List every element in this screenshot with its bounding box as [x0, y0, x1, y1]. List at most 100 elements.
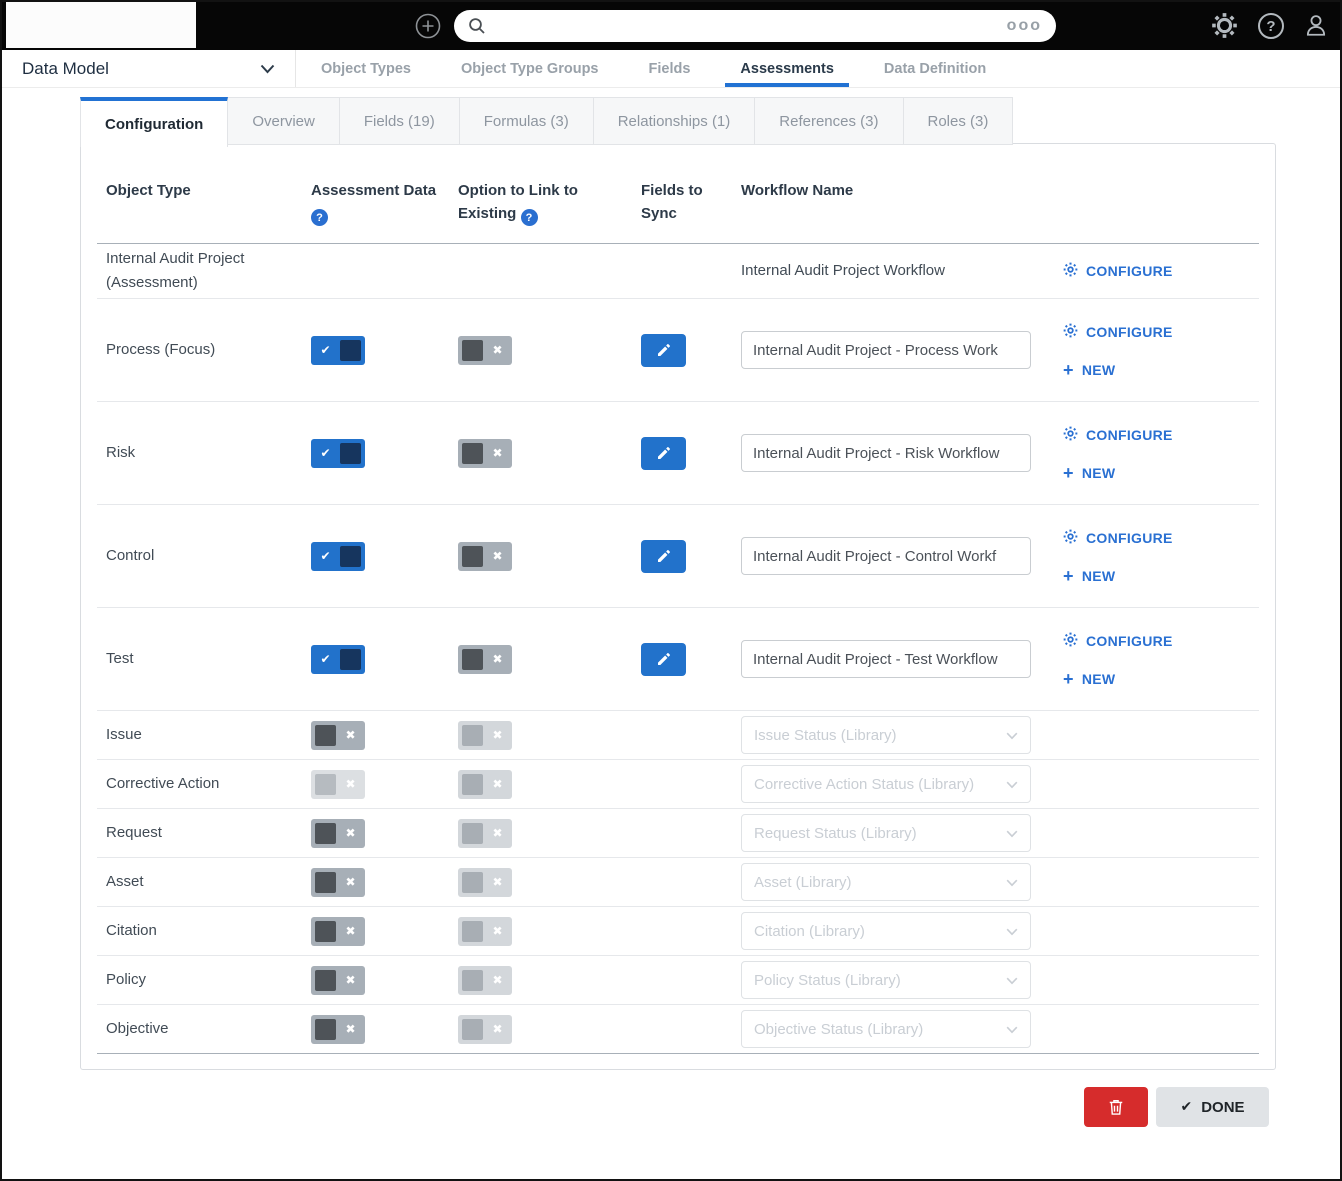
- subtab-relationships[interactable]: Relationships (1): [593, 97, 756, 145]
- assessment-data-toggle[interactable]: ✔: [311, 439, 365, 468]
- add-button[interactable]: [414, 12, 442, 40]
- link-existing-toggle[interactable]: ✖: [458, 542, 512, 571]
- user-icon[interactable]: [1302, 11, 1330, 39]
- data-model-dropdown[interactable]: Data Model: [2, 50, 296, 87]
- assessment-data-toggle[interactable]: ✖: [311, 966, 365, 995]
- new-link[interactable]: +NEW: [1063, 671, 1259, 687]
- new-link[interactable]: +NEW: [1063, 362, 1259, 378]
- subtab-overview[interactable]: Overview: [227, 97, 340, 145]
- new-link[interactable]: +NEW: [1063, 568, 1259, 584]
- link-label: NEW: [1082, 671, 1116, 687]
- assessment-data-cell: ✔: [311, 645, 458, 674]
- table-row: Asset✖✖Asset (Library): [97, 858, 1259, 907]
- subtab-formulas[interactable]: Formulas (3): [459, 97, 594, 145]
- nav-tab-assessments[interactable]: Assessments: [715, 50, 859, 87]
- x-mark-icon: ✖: [483, 925, 512, 937]
- link-label: CONFIGURE: [1086, 324, 1173, 340]
- nav-tab-object-types[interactable]: Object Types: [296, 50, 436, 87]
- x-mark-icon: ✖: [336, 925, 365, 937]
- assessment-data-toggle[interactable]: ✖: [311, 868, 365, 897]
- gear-icon: [1063, 262, 1078, 277]
- chevron-down-icon: [1006, 1026, 1018, 1034]
- delete-button[interactable]: [1084, 1087, 1148, 1127]
- workflow-name-cell: [741, 434, 1051, 472]
- assessment-data-toggle[interactable]: ✖: [311, 1015, 365, 1044]
- chevron-down-icon: [1006, 977, 1018, 985]
- subtab-configuration[interactable]: Configuration: [80, 97, 228, 147]
- link-existing-toggle: ✖: [458, 868, 512, 897]
- configure-link[interactable]: CONFIGURE: [1063, 529, 1259, 547]
- configure-link[interactable]: CONFIGURE: [1063, 632, 1259, 650]
- table-row: Control✔✖CONFIGURE+NEW: [97, 505, 1259, 608]
- help-icon[interactable]: ?: [1258, 13, 1284, 39]
- actions-cell: CONFIGURE +NEW: [1051, 529, 1259, 584]
- assessment-data-toggle[interactable]: ✖: [311, 721, 365, 750]
- link-label: CONFIGURE: [1086, 263, 1173, 279]
- x-mark-icon: ✖: [336, 778, 365, 790]
- subtab-references[interactable]: References (3): [754, 97, 903, 145]
- workflow-name-cell: Objective Status (Library): [741, 1010, 1051, 1048]
- assessment-data-toggle[interactable]: ✔: [311, 542, 365, 571]
- pencil-icon: [656, 342, 672, 358]
- x-mark-icon: ✖: [483, 876, 512, 888]
- search-input[interactable]: [494, 17, 1007, 36]
- settings-icon[interactable]: [1210, 11, 1238, 39]
- footer-actions: ✔ DONE: [2, 1087, 1269, 1127]
- gear-icon: [1063, 426, 1078, 444]
- workflow-name-input[interactable]: [741, 537, 1031, 575]
- chevron-down-icon: [1006, 732, 1018, 740]
- toggle-knob: [315, 774, 336, 795]
- workflow-name-input[interactable]: [741, 331, 1031, 369]
- plus-icon: +: [1063, 569, 1074, 583]
- workflow-select: Policy Status (Library): [741, 961, 1031, 999]
- fields-to-sync-edit-button[interactable]: [641, 540, 686, 573]
- search-bar[interactable]: ooo: [454, 10, 1056, 42]
- fields-to-sync-edit-button[interactable]: [641, 437, 686, 470]
- check-mark-icon: ✔: [311, 550, 340, 562]
- link-existing-toggle[interactable]: ✖: [458, 645, 512, 674]
- x-mark-icon: ✖: [483, 550, 512, 562]
- fields-to-sync-edit-button[interactable]: [641, 643, 686, 676]
- help-badge-icon[interactable]: ?: [311, 209, 328, 226]
- assessment-data-toggle[interactable]: ✖: [311, 917, 365, 946]
- configure-link[interactable]: CONFIGURE: [1063, 262, 1173, 280]
- link-existing-toggle[interactable]: ✖: [458, 336, 512, 365]
- done-button[interactable]: ✔ DONE: [1156, 1087, 1269, 1127]
- link-label: CONFIGURE: [1086, 427, 1173, 443]
- assessment-data-toggle[interactable]: ✔: [311, 336, 365, 365]
- nav-tab-data-definition[interactable]: Data Definition: [859, 50, 1011, 87]
- nav-tabs: Object Types Object Type Groups Fields A…: [296, 50, 1011, 87]
- configure-link[interactable]: CONFIGURE: [1063, 323, 1259, 341]
- new-link[interactable]: +NEW: [1063, 465, 1259, 481]
- workflow-name-cell: [741, 640, 1051, 678]
- check-mark-icon: ✔: [311, 447, 340, 459]
- workflow-select-value: Policy Status (Library): [754, 972, 901, 989]
- chevron-down-icon: [260, 64, 275, 74]
- assessment-data-toggle[interactable]: ✖: [311, 819, 365, 848]
- actions-cell: CONFIGURE +NEW: [1051, 632, 1259, 687]
- table-row: Issue✖✖Issue Status (Library): [97, 711, 1259, 760]
- help-badge-icon[interactable]: ?: [521, 209, 538, 226]
- x-mark-icon: ✖: [483, 344, 512, 356]
- chevron-down-icon: [1006, 776, 1018, 793]
- chevron-down-icon: [1006, 879, 1018, 887]
- workflow-name-input[interactable]: [741, 434, 1031, 472]
- object-type-label: Issue: [106, 723, 311, 747]
- assessment-data-cell: ✖: [311, 770, 458, 799]
- workflow-name-cell: [741, 331, 1051, 369]
- subtab-roles[interactable]: Roles (3): [903, 97, 1014, 145]
- chevron-down-icon: [1006, 923, 1018, 940]
- chevron-down-icon: [1006, 972, 1018, 989]
- chevron-down-icon: [1006, 781, 1018, 789]
- nav-tab-fields[interactable]: Fields: [624, 50, 716, 87]
- workflow-name-input[interactable]: [741, 640, 1031, 678]
- assessment-data-toggle[interactable]: ✔: [311, 645, 365, 674]
- nav-tab-object-type-groups[interactable]: Object Type Groups: [436, 50, 624, 87]
- subtab-fields[interactable]: Fields (19): [339, 97, 460, 145]
- configure-link[interactable]: CONFIGURE: [1063, 426, 1259, 444]
- fields-to-sync-edit-button[interactable]: [641, 334, 686, 367]
- gear-icon: [1063, 262, 1078, 280]
- toggle-knob: [462, 774, 483, 795]
- more-options-icon[interactable]: ooo: [1007, 21, 1042, 31]
- link-existing-toggle[interactable]: ✖: [458, 439, 512, 468]
